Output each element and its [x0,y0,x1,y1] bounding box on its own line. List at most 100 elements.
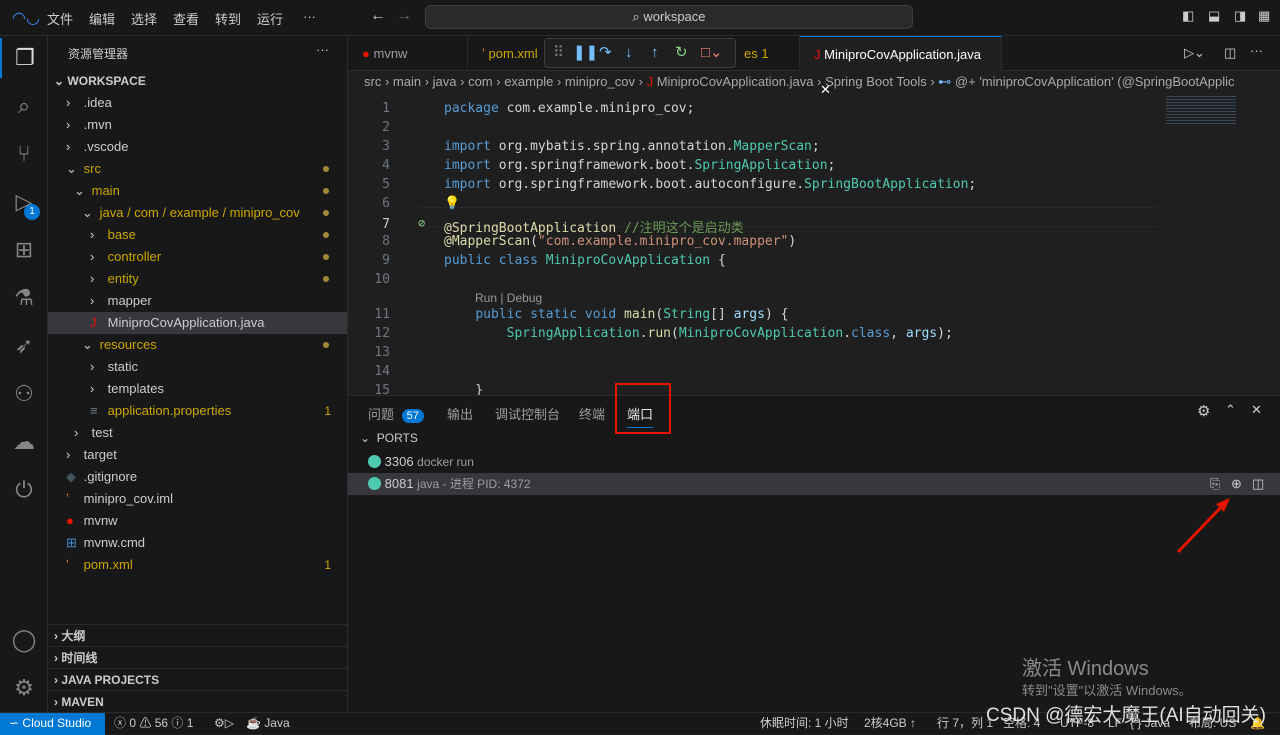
tree-item[interactable]: › controller [48,246,347,268]
tree-item[interactable]: J MiniproCovApplication.java [48,312,347,334]
panel-tab-terminal[interactable]: 终端 [579,404,605,423]
tree-item[interactable]: › test [48,422,347,444]
breadcrumb-item[interactable]: example [504,74,553,89]
menu-run[interactable]: 运行 [257,9,283,28]
code-line[interactable]: 💡 [444,196,460,211]
open-in-browser-globe-icon[interactable]: ⊕ [1231,473,1242,495]
section-java-projects[interactable]: › JAVA PROJECTS [48,668,347,690]
tree-item[interactable]: ⌄ main [48,180,347,202]
section-maven[interactable]: › MAVEN [48,690,347,712]
pause-icon[interactable]: ❚❚ [573,39,598,67]
menu-file[interactable]: 文件 [47,9,73,28]
account-icon[interactable]: ◯ [0,620,48,660]
restart-icon[interactable]: ↻ [675,39,688,67]
breadcrumb-item[interactable]: src [364,74,381,89]
codelens-run-debug[interactable]: Run | Debug [475,291,542,305]
panel-settings-gear-icon[interactable]: ⚙ [1197,402,1210,420]
code-line[interactable]: import org.springframework.boot.SpringAp… [444,158,835,173]
tree-item[interactable]: › entity [48,268,347,290]
ports-section-header[interactable]: ⌄ PORTS [360,431,418,445]
tree-item[interactable]: ʼ pom.xml 1 [48,554,347,576]
breadcrumb-item[interactable]: @+ 'miniproCovApplication' (@SpringBootA… [955,74,1235,89]
remote-indicator[interactable]: ∽ Cloud Studio [0,713,105,735]
section-outline[interactable]: › 大纲 [48,624,347,646]
tab-mvnw[interactable]: ● mvnw [348,36,468,71]
tab-miniprocovapplication-java[interactable]: J MiniproCovApplication.java ✕ [800,36,1002,97]
step-over-icon[interactable]: ↷ [599,39,612,67]
tree-item[interactable]: › mapper [48,290,347,312]
port-row[interactable]: 3306 docker run [348,451,1280,473]
breadcrumb-item[interactable]: com [468,74,493,89]
port-row[interactable]: 8081 java - 进程 PID: 4372 ⎘ ⊕ ◫ [348,473,1280,495]
tree-item[interactable]: ≡ application.properties 1 [48,400,347,422]
tree-item[interactable]: ⌄ resources [48,334,347,356]
menu-more[interactable]: ··· [303,9,316,24]
toggle-panel-icon[interactable]: ⬓ [1208,8,1220,24]
tree-item[interactable]: ʼ minipro_cov.iml [48,488,347,510]
tree-item[interactable]: ⊞ mvnw.cmd [48,532,347,554]
maximize-panel-icon[interactable]: ⌃ [1225,402,1236,418]
split-editor-icon[interactable]: ◫ [1224,45,1236,61]
step-into-icon[interactable]: ↓ [625,39,633,67]
stop-icon[interactable]: □⌄ [701,39,723,67]
code-line[interactable]: @MapperScan("com.example.minipro_cov.map… [444,234,796,249]
panel-tab-debug-console[interactable]: 调试控制台 [495,404,560,423]
graph-icon[interactable]: ⚇ [0,374,48,414]
command-center-search[interactable]: ⌕ workspace [425,5,913,29]
extensions-icon[interactable]: ⊞ [0,230,48,270]
explorer-icon[interactable]: ❐ [0,38,48,78]
editor-more-icon[interactable]: ··· [1250,43,1263,58]
copy-address-icon[interactable]: ⎘ [1210,473,1220,495]
menu-edit[interactable]: 编辑 [89,9,115,28]
forward-icon[interactable]: → [396,7,412,25]
menu-selection[interactable]: 选择 [131,9,157,28]
minimap[interactable] [1166,94,1236,124]
tree-item[interactable]: ● mvnw [48,510,347,532]
java-status[interactable]: ☕ Java [246,713,290,734]
machine-spec[interactable]: 2核4GB ↑ [864,713,916,734]
code-editor[interactable]: 1 package com.example.minipro_cov; 2 3 impor… [348,92,1280,398]
cloud-icon[interactable]: ☁ [0,422,48,462]
toggle-sidebar-icon[interactable]: ◧ [1182,8,1194,24]
panel-tab-output[interactable]: 输出 [447,404,473,423]
close-panel-icon[interactable]: ✕ [1251,402,1262,418]
code-line[interactable]: public class MiniproCovApplication { [444,253,726,268]
rocket-icon[interactable]: ➶ [0,326,48,366]
search-icon[interactable]: ⌕ [0,86,48,126]
tree-item[interactable]: › .idea [48,92,347,114]
tree-item[interactable]: › base [48,224,347,246]
tree-item[interactable]: ⌄ java / com / example / minipro_cov [48,202,347,224]
tree-item[interactable]: › .vscode [48,136,347,158]
menu-view[interactable]: 查看 [173,9,199,28]
code-line[interactable]: import org.springframework.boot.autoconf… [444,177,976,192]
code-line[interactable]: package com.example.minipro_cov; [444,101,694,116]
panel-tab-problems[interactable]: 问题 57 [368,404,424,423]
tree-item[interactable]: › target [48,444,347,466]
problems-status[interactable]: ⓧ 0 ⚠ 56 ⓘ 1 [114,713,193,734]
preview-in-editor-icon[interactable]: ◫ [1252,473,1264,495]
source-control-icon[interactable]: ⑂ [0,134,48,174]
section-timeline[interactable]: › 时间线 [48,646,347,668]
settings-gear-icon[interactable]: ⚙ [0,668,48,708]
workspace-root[interactable]: ⌄ WORKSPACE [48,70,347,92]
breadcrumb-item[interactable]: MiniproCovApplication.java [657,74,814,89]
code-line[interactable]: public static void main(String[] args) { [444,307,788,322]
menu-go[interactable]: 转到 [215,9,241,28]
code-line[interactable]: import org.mybatis.spring.annotation.Map… [444,139,820,154]
toggle-secondary-sidebar-icon[interactable]: ◨ [1234,8,1246,24]
breadcrumb-item[interactable]: java [433,74,457,89]
power-icon[interactable]: ⏻ [0,470,48,510]
tree-item[interactable]: › static [48,356,347,378]
cursor-position[interactable]: 行 7，列 1 [937,713,993,734]
sleep-time[interactable]: 休眠时间: 1 小时 [760,713,849,734]
debug-status-icon[interactable]: ⚙▷ [214,713,234,734]
drag-handle-icon[interactable]: ⠿ [553,39,564,67]
tree-item[interactable]: ⌄ src [48,158,347,180]
tree-item[interactable]: ◆ .gitignore [48,466,347,488]
breadcrumb-item[interactable]: Spring Boot Tools [825,74,927,89]
testing-icon[interactable]: ⚗ [0,278,48,318]
run-icon[interactable]: ▷⌄ [1184,45,1205,61]
breadcrumb-item[interactable]: main [393,74,421,89]
code-line[interactable]: SpringApplication.run(MiniproCovApplicat… [444,326,953,341]
back-icon[interactable]: ← [370,7,386,25]
